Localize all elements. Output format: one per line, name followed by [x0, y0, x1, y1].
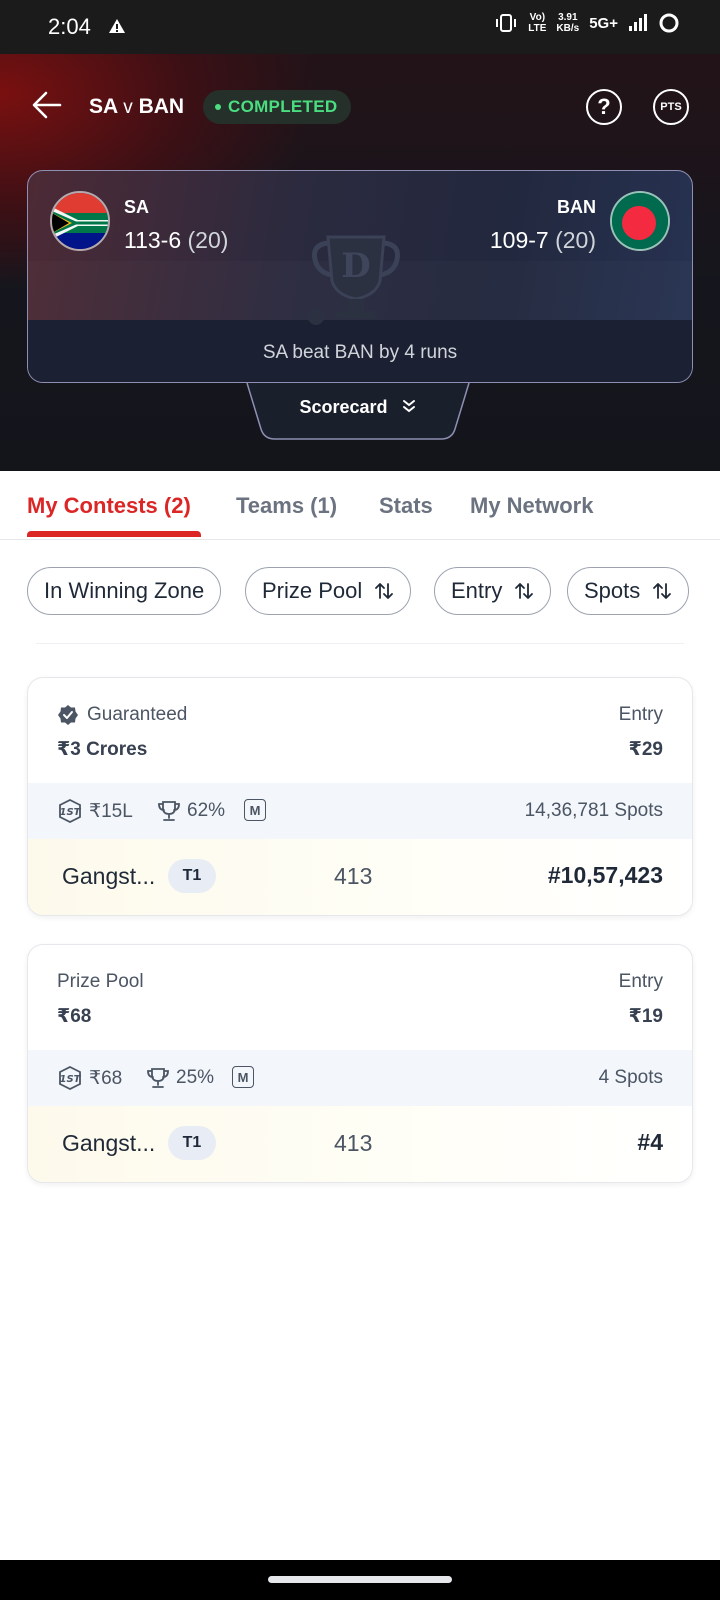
first-place-medal-icon: 1ST	[59, 799, 82, 823]
svg-text:1ST: 1ST	[60, 1074, 82, 1085]
sort-icon	[375, 583, 394, 599]
spots-count: 4 Spots	[598, 1067, 663, 1088]
signal-icon	[629, 14, 647, 31]
contest-card[interactable]: Prize Pool ₹68 Entry ₹19 1ST ₹68 25% M 4…	[27, 944, 693, 1183]
help-button[interactable]: ?	[586, 89, 622, 125]
prize-amount: ₹3 Crores	[57, 739, 148, 760]
network-type: 5G+	[589, 14, 618, 32]
first-prize: 1ST ₹68	[57, 1066, 122, 1090]
points-button[interactable]: PTS	[653, 89, 689, 125]
team-tag: T1	[168, 859, 216, 893]
system-nav-bar	[0, 1560, 720, 1600]
match-header: SA v BAN COMPLETED ? PTS SA 113-6 (20) B…	[0, 54, 720, 471]
svg-text:D: D	[341, 246, 370, 286]
match-result: SA beat BAN by 4 runs	[262, 342, 458, 363]
bangladesh-flag-icon	[610, 191, 670, 251]
entry-label: Entry	[618, 971, 663, 992]
multi-entry-badge: M	[232, 1066, 254, 1088]
winners-percentage: 25%	[146, 1066, 214, 1090]
prize-amount: ₹68	[57, 1006, 92, 1027]
trophy-icon	[158, 801, 180, 821]
team-a-score: 113-6 (20)	[124, 227, 229, 253]
match-title: SA v BAN	[89, 95, 185, 118]
warning-icon	[109, 19, 125, 33]
team-name: Gangst...	[62, 1130, 156, 1156]
filter-divider	[36, 643, 684, 644]
entry-fee: ₹19	[628, 1006, 663, 1027]
contest-type: Prize Pool	[57, 971, 144, 992]
filter-prize-pool[interactable]: Prize Pool	[245, 567, 412, 615]
trophy-logo-icon: D	[308, 235, 400, 325]
trophy-icon	[147, 1068, 169, 1088]
double-chevron-down-icon	[402, 400, 415, 413]
question-mark-icon: ?	[597, 94, 611, 119]
winners-percentage: 62%	[157, 799, 225, 823]
status-bar: 2:04 Vo) LTE 3.91 KB/s 5G+	[0, 0, 720, 54]
svg-text:1ST: 1ST	[60, 807, 82, 818]
home-gesture-handle[interactable]	[268, 1576, 452, 1583]
filter-entry[interactable]: Entry	[434, 567, 552, 615]
team-points: 413	[334, 1130, 373, 1156]
contest-card[interactable]: Guaranteed ₹3 Crores Entry ₹29 1ST ₹15L …	[27, 677, 693, 916]
team-rank: #4	[637, 1129, 663, 1155]
verified-badge-icon	[58, 705, 78, 725]
tab-my-network[interactable]: My Network	[470, 493, 593, 519]
south-africa-flag-icon	[50, 191, 110, 251]
active-tab-indicator	[27, 531, 201, 537]
team-a-name: SA	[124, 197, 150, 217]
score-card: SA 113-6 (20) BAN 109-7 (20) D SA beat B…	[27, 170, 693, 383]
tab-stats[interactable]: Stats	[379, 493, 433, 519]
network-speed: 3.91 KB/s	[556, 12, 580, 34]
first-place-medal-icon: 1ST	[59, 1066, 82, 1090]
back-arrow-icon[interactable]	[30, 88, 64, 122]
spots-count: 14,36,781 Spots	[524, 800, 663, 821]
entry-label: Entry	[618, 704, 663, 725]
team-points: 413	[334, 863, 373, 889]
volte-indicator: Vo) LTE	[528, 12, 547, 34]
status-time: 2:04	[48, 14, 91, 39]
filter-spots[interactable]: Spots	[567, 567, 690, 615]
filter-in-winning-zone[interactable]: In Winning Zone	[27, 567, 222, 615]
first-prize: 1ST ₹15L	[57, 799, 133, 823]
multi-entry-badge: M	[244, 799, 266, 821]
team-b-name: BAN	[557, 197, 596, 217]
contest-type: Guaranteed	[57, 704, 187, 726]
team-b-score: 109-7 (20)	[489, 227, 596, 253]
tab-teams[interactable]: Teams (1)	[236, 493, 337, 519]
entry-fee: ₹29	[628, 739, 663, 760]
team-name: Gangst...	[62, 863, 156, 889]
match-status-badge: COMPLETED	[203, 90, 352, 124]
contest-tabs: My Contests (2) Teams (1) Stats My Netwo…	[0, 471, 720, 540]
vibrate-icon	[496, 14, 517, 32]
sort-icon	[515, 583, 534, 599]
battery-ring-icon	[659, 13, 679, 33]
sort-icon	[653, 583, 672, 599]
team-rank: #10,57,423	[547, 862, 663, 888]
scorecard-toggle[interactable]: Scorecard	[245, 383, 471, 441]
status-dot	[215, 104, 221, 110]
team-tag: T1	[168, 1126, 216, 1160]
tab-my-contests[interactable]: My Contests (2)	[27, 493, 191, 519]
